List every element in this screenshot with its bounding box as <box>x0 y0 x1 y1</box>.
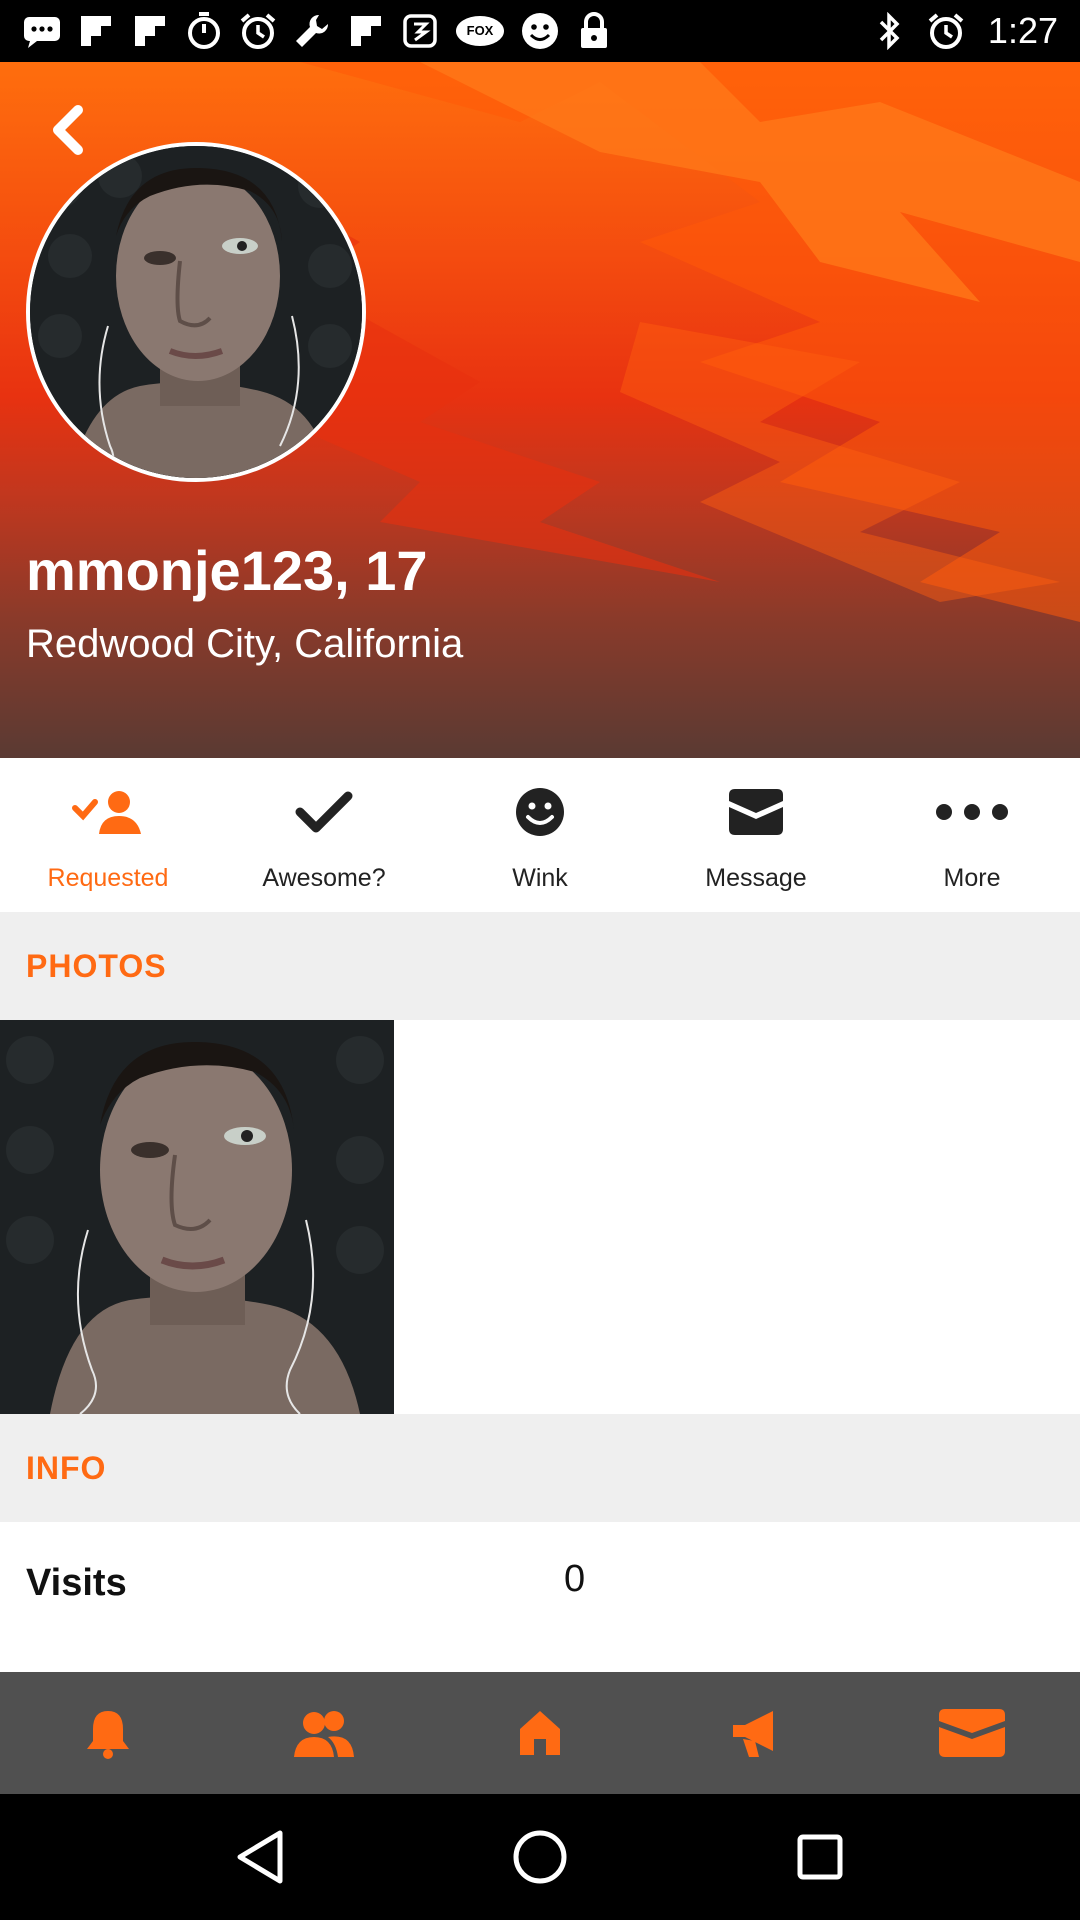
nav-home-button[interactable] <box>500 1817 580 1897</box>
wink-button[interactable]: Wink <box>432 758 648 912</box>
more-button[interactable]: More <box>864 758 1080 912</box>
svg-text:FOX: FOX <box>467 23 494 38</box>
alarm-icon <box>926 11 966 51</box>
inbox-icon <box>939 1709 1005 1757</box>
flipboard-icon <box>130 11 170 51</box>
wrench-icon <box>292 11 332 51</box>
smiley-icon <box>520 11 560 51</box>
profile-header: mmonje123, 17 Redwood City, California <box>0 62 1080 758</box>
back-button[interactable] <box>40 98 96 162</box>
tab-home[interactable] <box>432 1672 648 1794</box>
profile-screen: FOX 1:27 mmonje123, 17 Redwood City, Cal… <box>0 0 1080 1920</box>
tab-inbox[interactable] <box>864 1672 1080 1794</box>
requested-label: Requested <box>47 864 169 892</box>
bell-icon <box>87 1711 129 1759</box>
alarm-icon <box>238 11 278 51</box>
app-icon <box>400 11 440 51</box>
message-label: Message <box>705 864 807 892</box>
visits-value: 0 <box>564 1558 586 1600</box>
home-icon <box>520 1711 560 1755</box>
awesome-button[interactable]: Awesome? <box>216 758 432 912</box>
photos-section-header: PHOTOS <box>0 912 1080 1020</box>
bluetooth-icon <box>870 11 910 51</box>
system-status: 1:27 <box>870 10 1058 52</box>
chevron-left-icon <box>53 105 83 155</box>
notification-icons: FOX <box>22 11 870 51</box>
status-time: 1:27 <box>987 10 1058 51</box>
flipboard-icon <box>346 11 386 51</box>
status-bar: FOX 1:27 <box>0 0 1080 62</box>
info-section-header: INFO <box>0 1414 1080 1522</box>
profile-photo <box>0 1020 394 1414</box>
megaphone-icon <box>733 1711 773 1757</box>
profile-avatar[interactable] <box>26 142 366 482</box>
bottom-tab-bar <box>0 1672 1080 1794</box>
timer-icon <box>184 11 224 51</box>
profile-actions: Requested Awesome? Wink Message More <box>0 758 1080 912</box>
circle-home-icon <box>513 1830 567 1884</box>
avatar-photo <box>30 146 362 478</box>
wink-label: Wink <box>512 864 568 892</box>
wink-smiley-icon <box>500 782 580 842</box>
more-label: More <box>943 864 1001 892</box>
profile-location: Redwood City, California <box>26 622 464 666</box>
square-recents-icon <box>797 1834 843 1880</box>
requested-icon <box>68 782 148 842</box>
triangle-back-icon <box>237 1830 283 1884</box>
info-title: INFO <box>26 1449 107 1486</box>
fox-sports-icon: FOX <box>454 11 506 51</box>
requested-button[interactable]: Requested <box>0 758 216 912</box>
profile-name-age: mmonje123, 17 <box>26 539 428 602</box>
message-button[interactable]: Message <box>648 758 864 912</box>
envelope-icon <box>716 782 796 842</box>
system-nav-bar <box>0 1794 1080 1920</box>
lock-icon <box>574 11 614 51</box>
nav-recents-button[interactable] <box>780 1817 860 1897</box>
info-row-visits: Visits 0 <box>0 1522 1080 1672</box>
checkmark-icon <box>284 782 364 842</box>
people-icon <box>294 1711 354 1757</box>
photo-thumbnail[interactable] <box>0 1020 394 1414</box>
photos-title: PHOTOS <box>26 947 167 984</box>
more-dots-icon <box>932 782 1012 842</box>
nav-back-button[interactable] <box>220 1817 300 1897</box>
flipboard-icon <box>76 11 116 51</box>
visits-label: Visits <box>26 1562 127 1604</box>
photos-grid <box>0 1020 1080 1414</box>
tab-announcements[interactable] <box>648 1672 864 1794</box>
tab-people[interactable] <box>216 1672 432 1794</box>
awesome-label: Awesome? <box>262 864 386 892</box>
chat-icon <box>22 11 62 51</box>
tab-notifications[interactable] <box>0 1672 216 1794</box>
